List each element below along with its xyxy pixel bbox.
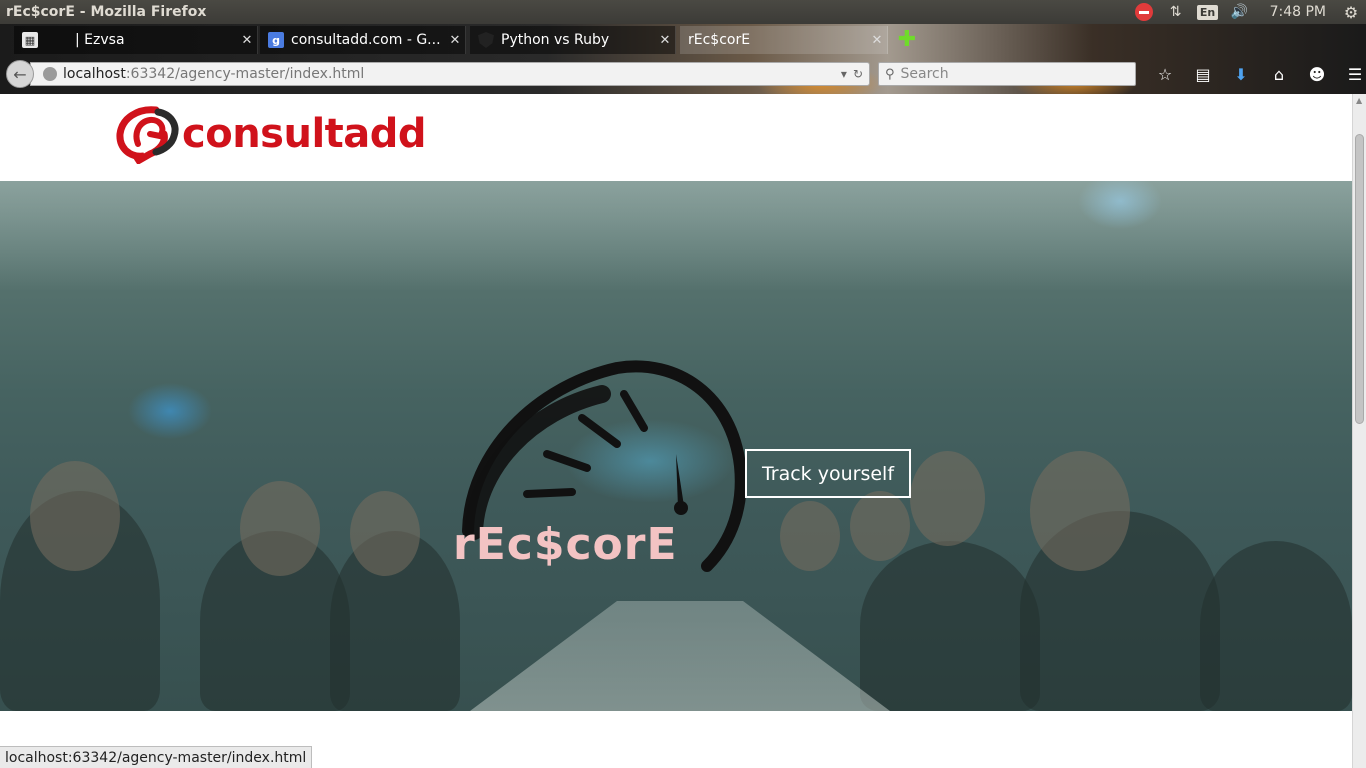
close-tab-icon[interactable]: ✕ xyxy=(237,33,257,48)
keyboard-layout-indicator[interactable]: En xyxy=(1192,0,1224,24)
dropdown-arrow-icon[interactable]: ▾ xyxy=(841,67,847,81)
tab-ezvsa[interactable]: ▦ | Ezvsa ✕ xyxy=(14,26,258,54)
url-path: :63342/agency-master/index.html xyxy=(125,66,365,82)
google-icon: g xyxy=(268,32,284,48)
volume-icon[interactable]: 🔊 xyxy=(1224,0,1256,24)
scroll-thumb[interactable] xyxy=(1355,134,1364,424)
consultadd-logo-mark-icon xyxy=(116,106,179,164)
globe-icon xyxy=(43,67,57,81)
close-tab-icon[interactable]: ✕ xyxy=(867,33,887,48)
search-placeholder: Search xyxy=(900,66,949,82)
tab-python-vs-ruby[interactable]: Python vs Ruby ✕ xyxy=(470,26,676,54)
calendar-icon: ▦ xyxy=(22,32,38,48)
reload-icon[interactable]: ↻ xyxy=(853,67,863,81)
toolbar-icons: ☆ ▤ ⬇ ⌂ ☻ ☰ xyxy=(1146,62,1366,86)
tab-recscore[interactable]: rEc$corE ✕ xyxy=(680,26,888,54)
reading-list-icon[interactable]: ▤ xyxy=(1184,62,1222,86)
new-tab-icon[interactable]: ✚ xyxy=(897,29,917,51)
site-header: consultadd xyxy=(0,94,1352,181)
scroll-up-arrow-icon[interactable]: ▲ xyxy=(1356,96,1362,105)
back-button[interactable]: ← xyxy=(6,60,34,88)
hero-ceiling xyxy=(0,181,1352,291)
stop-icon xyxy=(1134,3,1153,21)
os-top-bar: rEc$corE - Mozilla Firefox ⇅ En 🔊 7:48 P… xyxy=(0,0,1366,24)
window-title: rEc$corE - Mozilla Firefox xyxy=(6,4,207,20)
back-arrow-icon: ← xyxy=(13,64,27,84)
tab-title: consultadd.com - G... xyxy=(291,32,441,48)
tab-strip: ▦ | Ezvsa ✕ g consultadd.com - G... ✕ Py… xyxy=(0,24,1366,56)
url-controls: ▾ ↻ xyxy=(841,67,869,81)
smiley-icon[interactable]: ☻ xyxy=(1298,62,1336,86)
web-page: consultadd rEc$corE Track yourself xyxy=(0,94,1352,744)
hero-section: rEc$corE Track yourself xyxy=(0,181,1352,711)
search-icon: ⚲ xyxy=(885,66,895,82)
tab-title: rEc$corE xyxy=(688,32,751,48)
search-input[interactable]: ⚲ Search xyxy=(878,62,1136,86)
gear-icon[interactable]: ⚙ xyxy=(1336,0,1366,24)
tab-title: Python vs Ruby xyxy=(501,32,610,48)
download-icon[interactable]: ⬇ xyxy=(1222,62,1260,86)
track-yourself-button[interactable]: Track yourself xyxy=(745,449,911,498)
bookmark-star-icon[interactable]: ☆ xyxy=(1146,62,1184,86)
home-icon[interactable]: ⌂ xyxy=(1260,62,1298,86)
clock[interactable]: 7:48 PM xyxy=(1256,0,1336,24)
stop-indicator[interactable] xyxy=(1128,0,1160,24)
logo-text: consultadd xyxy=(182,111,427,157)
url-host: localhost xyxy=(63,66,126,82)
url-bar[interactable]: localhost :63342/agency-master/index.htm… xyxy=(30,62,870,86)
network-arrows-icon[interactable]: ⇅ xyxy=(1160,0,1192,24)
tab-consultadd[interactable]: g consultadd.com - G... ✕ xyxy=(260,26,466,54)
browser-chrome: ▦ | Ezvsa ✕ g consultadd.com - G... ✕ Py… xyxy=(0,24,1366,94)
os-indicators: ⇅ En 🔊 7:48 PM ⚙ xyxy=(1128,0,1366,24)
page-scrollbar[interactable]: ▲ xyxy=(1352,94,1366,768)
navigation-bar: localhost :63342/agency-master/index.htm… xyxy=(0,58,1366,90)
tab-title: | Ezvsa xyxy=(75,32,125,48)
consultadd-logo[interactable]: consultadd xyxy=(116,104,427,164)
status-bar-url: localhost:63342/agency-master/index.html xyxy=(0,746,313,768)
shield-icon xyxy=(478,32,494,48)
menu-icon[interactable]: ☰ xyxy=(1336,62,1366,86)
close-tab-icon[interactable]: ✕ xyxy=(445,33,465,48)
close-tab-icon[interactable]: ✕ xyxy=(655,33,675,48)
recscore-brand-text: rEc$corE xyxy=(453,519,678,570)
